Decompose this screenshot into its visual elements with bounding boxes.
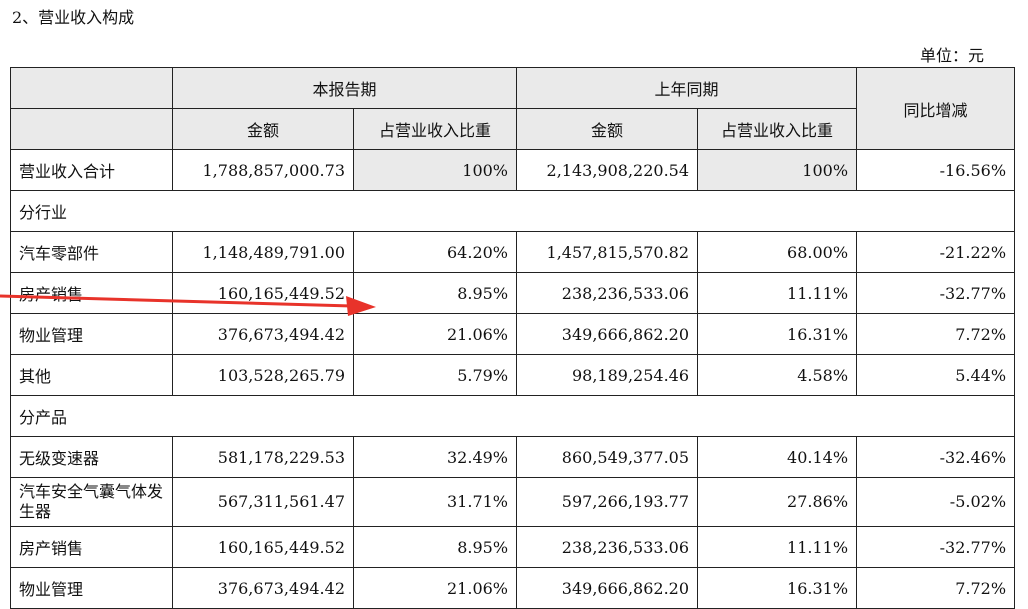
- row-yoy: -5.02%: [856, 477, 1016, 527]
- table-row: 汽车安全气囊气体发生器 567,311,561.47 31.71% 597,26…: [10, 477, 1016, 527]
- total-prev-ratio: 100%: [697, 149, 858, 191]
- row-prev-amount: 349,666,862.20: [516, 567, 699, 609]
- total-prev-amount: 2,143,908,220.54: [516, 149, 699, 191]
- row-prev-ratio: 11.11%: [697, 272, 858, 314]
- row-yoy: 7.72%: [856, 567, 1016, 609]
- header-row-1: 本报告期 上年同期 同比增减: [10, 67, 1016, 150]
- row-prev-amount: 98,189,254.46: [516, 354, 699, 396]
- total-cur-amount: 1,788,857,000.73: [172, 149, 354, 191]
- row-yoy: 7.72%: [856, 313, 1016, 355]
- table-row: 物业管理 376,673,494.42 21.06% 349,666,862.2…: [10, 567, 1016, 609]
- section-product-row: 分产品: [9, 395, 1016, 437]
- total-yoy: -16.56%: [856, 149, 1016, 191]
- table-row: 无级变速器 581,178,229.53 32.49% 860,549,377.…: [10, 436, 1016, 478]
- header-blank: [10, 67, 173, 109]
- row-prev-amount: 1,457,815,570.82: [516, 231, 699, 273]
- row-label: 房产销售: [10, 526, 173, 568]
- row-prev-ratio: 4.58%: [697, 354, 858, 396]
- row-cur-amount: 376,673,494.42: [172, 313, 354, 355]
- row-prev-amount: 860,549,377.05: [516, 436, 699, 478]
- row-cur-ratio: 64.20%: [352, 231, 518, 273]
- total-cur-ratio: 100%: [352, 149, 518, 191]
- header-prev-ratio: 占营业收入比重: [697, 108, 858, 150]
- row-yoy: -32.77%: [856, 526, 1016, 568]
- section-heading: 2、营业收入构成: [12, 8, 135, 27]
- table-row: 物业管理 376,673,494.42 21.06% 349,666,862.2…: [10, 313, 1016, 355]
- row-prev-ratio: 27.86%: [697, 477, 858, 527]
- row-prev-amount: 349,666,862.20: [516, 313, 699, 355]
- row-prev-ratio: 16.31%: [697, 567, 858, 609]
- row-cur-ratio: 32.49%: [352, 436, 518, 478]
- row-label: 汽车安全气囊气体发生器: [10, 477, 173, 527]
- row-yoy: -32.46%: [856, 436, 1016, 478]
- row-prev-amount: 597,266,193.77: [516, 477, 699, 527]
- row-cur-amount: 160,165,449.52: [172, 272, 354, 314]
- total-row: 营业收入合计 1,788,857,000.73 100% 2,143,908,2…: [10, 149, 1016, 191]
- row-label: 无级变速器: [10, 436, 173, 478]
- row-cur-amount: 567,311,561.47: [172, 477, 354, 527]
- row-label: 房产销售: [10, 272, 173, 314]
- row-cur-ratio: 21.06%: [352, 567, 518, 609]
- unit-label: 单位：元: [919, 46, 984, 65]
- table-row: 其他 103,528,265.79 5.79% 98,189,254.46 4.…: [10, 354, 1016, 396]
- header-cur-amount: 金额: [172, 108, 354, 150]
- row-cur-amount: 160,165,449.52: [172, 526, 354, 568]
- row-prev-ratio: 11.11%: [697, 526, 858, 568]
- total-label: 营业收入合计: [10, 149, 173, 191]
- row-prev-ratio: 16.31%: [697, 313, 858, 355]
- row-cur-ratio: 21.06%: [352, 313, 518, 355]
- table-row: 房产销售 160,165,449.52 8.95% 238,236,533.06…: [10, 272, 1016, 314]
- row-cur-ratio: 5.79%: [352, 354, 518, 396]
- section-industry-row: 分行业: [9, 190, 1016, 232]
- row-cur-amount: 376,673,494.42: [172, 567, 354, 609]
- row-cur-amount: 1,148,489,791.00: [172, 231, 354, 273]
- row-yoy: 5.44%: [856, 354, 1016, 396]
- table-row: 汽车零部件 1,148,489,791.00 64.20% 1,457,815,…: [10, 231, 1016, 273]
- header-cur-ratio: 占营业收入比重: [352, 108, 518, 150]
- header-prev-amount: 金额: [516, 108, 699, 150]
- section-product-title: 分产品: [9, 395, 1016, 437]
- row-cur-ratio: 8.95%: [352, 526, 518, 568]
- header-prior-period: 上年同期: [516, 67, 858, 109]
- header-yoy: 同比增减: [856, 67, 1016, 150]
- row-prev-ratio: 68.00%: [697, 231, 858, 273]
- row-yoy: -32.77%: [856, 272, 1016, 314]
- row-label: 物业管理: [10, 567, 173, 609]
- table-row: 房产销售 160,165,449.52 8.95% 238,236,533.06…: [10, 526, 1016, 568]
- row-cur-amount: 103,528,265.79: [172, 354, 354, 396]
- row-cur-ratio: 31.71%: [352, 477, 518, 527]
- header-current-period: 本报告期: [171, 67, 518, 109]
- row-prev-ratio: 40.14%: [697, 436, 858, 478]
- row-prev-amount: 238,236,533.06: [516, 272, 699, 314]
- row-prev-amount: 238,236,533.06: [516, 526, 699, 568]
- row-cur-amount: 581,178,229.53: [172, 436, 354, 478]
- header-blank-2: [10, 108, 173, 150]
- revenue-composition-table: 本报告期 上年同期 同比增减 金额 占营业收入比重 金额 占营业收入比重 营业收…: [9, 67, 1016, 609]
- row-yoy: -21.22%: [856, 231, 1016, 273]
- row-label: 物业管理: [10, 313, 173, 355]
- row-label: 汽车零部件: [10, 231, 173, 273]
- row-label: 其他: [10, 354, 173, 396]
- row-cur-ratio: 8.95%: [352, 272, 518, 314]
- section-industry-title: 分行业: [9, 190, 1016, 232]
